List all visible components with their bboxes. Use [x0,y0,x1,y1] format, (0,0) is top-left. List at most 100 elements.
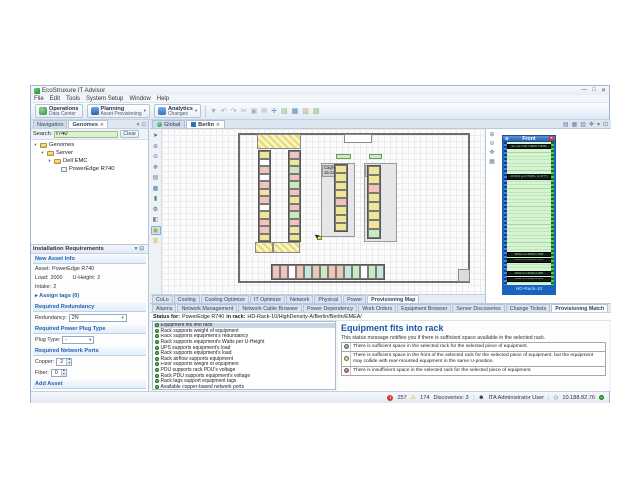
bottom-tab-alarms[interactable]: Alarms [152,304,176,312]
bottom-tab-server-discoveries[interactable]: Server Discoveries [452,304,504,312]
tree-node-dell-emc[interactable]: ▾Dell EMC [31,157,148,165]
rack-restore-icon[interactable]: ⊡ [603,121,608,128]
floor-rack[interactable] [288,265,296,279]
link-icon[interactable]: ✉ [261,107,267,115]
menu-help[interactable]: Help [157,96,169,102]
error-badge-icon[interactable]: ! [387,395,393,401]
select-tool-icon[interactable]: ➤ [151,131,161,140]
layers-icon[interactable]: ▦ [292,107,299,115]
rack-fit-icon[interactable]: ✥ [489,149,494,156]
floor-rack[interactable] [289,226,300,234]
assign-tags-link[interactable]: ▸ Assign tags (0) [33,291,146,301]
floor-rack[interactable] [289,211,300,219]
cooling-unit[interactable] [369,154,382,159]
paste-icon[interactable]: ▣ [251,107,258,115]
view-tab-network[interactable]: Network [286,295,313,303]
minimize-pane-icon[interactable]: ▾ [137,122,140,128]
floor-rack[interactable] [368,175,380,184]
floor-rack[interactable] [376,265,384,279]
floor-rack[interactable] [259,189,270,197]
bottom-tab-power-dependency[interactable]: Power Dependency [303,304,357,312]
floor-rack[interactable] [296,265,304,279]
floor-rack[interactable] [368,202,380,211]
floor-rack[interactable] [368,211,380,220]
rack-print-icon[interactable]: ▤ [563,121,569,128]
expand-caret-icon[interactable]: ▾ [47,158,52,164]
rack-minimize-icon[interactable]: ▾ [597,121,600,128]
provisioning-tool-icon[interactable]: ▣ [151,226,161,235]
zoom-in-icon[interactable]: ⊕ [151,142,161,151]
tab-genomes[interactable]: Genomes✕ [68,120,107,128]
view-tab-physical[interactable]: Physical [314,295,342,303]
tree-node-genomes[interactable]: ▾Genomes [31,141,148,149]
floor-rack[interactable] [335,206,347,214]
discoveries-label[interactable]: Discoveries: 3 [434,395,469,401]
floor-rack[interactable] [280,265,288,279]
view-tab-cooling[interactable]: Cooling [174,295,200,303]
floor-rack[interactable] [320,265,328,279]
floor-rack[interactable] [289,219,300,227]
menu-file[interactable]: File [34,96,44,102]
floor-rack[interactable] [259,196,270,204]
expand-caret-icon[interactable]: ▾ [33,142,38,148]
rack-unit-dcsv-10-s4802-fwd[interactable]: dcsv-10-s4802-fwd [507,258,551,263]
floor-rack[interactable] [335,190,347,198]
menu-window[interactable]: Window [129,96,150,102]
print-icon[interactable]: ▤ [151,173,161,182]
bottom-tab-network-management[interactable]: Network Management [177,304,237,312]
undo-icon[interactable]: ↶ [221,107,227,115]
floor-rack[interactable] [259,166,270,174]
floor-rack[interactable] [259,234,270,242]
menu-system-setup[interactable]: System Setup [86,96,123,102]
redundancy-select[interactable]: 2N▾ [69,314,127,322]
tab-global[interactable]: Global [152,120,185,128]
floor-rack[interactable] [259,211,270,219]
menu-tools[interactable]: Tools [66,96,80,102]
floor-rack[interactable] [335,198,347,206]
fiber-stepper[interactable]: 0▲▼ [51,369,67,377]
close-icon[interactable]: ✕ [216,122,220,128]
maximize-pane-icon[interactable]: ⊡ [141,122,146,128]
floor-rack[interactable] [360,265,368,279]
stepper-down-icon[interactable]: ▼ [68,362,71,365]
floor-rack[interactable] [259,151,270,159]
floor-rack[interactable] [368,166,380,175]
view-tab-power[interactable]: Power [343,295,366,303]
floor-rack[interactable] [272,265,280,279]
tab-navigation[interactable]: Navigation [33,120,67,128]
floor-rack[interactable] [289,174,300,182]
bottom-tab-change-tickets[interactable]: Change Tickets [506,304,551,312]
rack-body[interactable]: HD-Rack-10 42 24-Port Patch PanelJE504 (… [502,142,556,295]
maximize-button[interactable]: □ [592,87,596,94]
rack-row[interactable] [288,150,301,242]
expand-caret-icon[interactable]: ▾ [40,150,45,156]
floor-rack[interactable] [304,265,312,279]
save-icon[interactable]: ▼ [210,108,217,115]
rack-elevation[interactable]: ⊕ Front ✕ HD-Rack-10 42 24-Port Patch Pa… [502,135,556,295]
wrench-icon[interactable]: ✛ [271,107,277,115]
close-icon[interactable]: ✕ [100,122,104,128]
report-icon[interactable]: ▧ [313,107,320,115]
rack-row[interactable] [367,165,381,239]
bottom-tab-work-orders[interactable]: Work Orders [358,304,396,312]
bottom-tab-network-cable-browser[interactable]: Network Cable Browser [238,304,302,312]
search-input[interactable] [54,131,118,138]
floor-rack[interactable] [368,265,376,279]
floor-rack[interactable] [289,166,300,174]
chevron-down-icon[interactable]: ▾ [144,108,146,114]
copper-stepper[interactable]: 2▲▼ [56,358,72,366]
floor-rack[interactable] [259,181,270,189]
floor-rack[interactable] [289,196,300,204]
rack-export-icon[interactable]: ▥ [580,121,586,128]
perspective-planning[interactable]: Planning Asset Provisioning ▾ [87,104,150,118]
cut-icon[interactable]: ✂ [241,107,247,115]
check-item-available-copper-based-network-ports[interactable]: Available copper-based network ports [154,384,335,390]
rack-unit-dcsv-10-s4804-fwd[interactable]: dcsv-10-s4804-fwd [507,277,551,282]
rack-layers-icon[interactable]: ▦ [489,158,495,165]
view-tab-cooling-optimize[interactable]: Cooling Optimize [201,295,249,303]
close-icon[interactable]: ✕ [549,136,554,141]
floorplan[interactable]: Cage 15-22Cage 13➤ [162,129,484,294]
rack-unit-dcsv-10-s4803-fwd[interactable]: dcsv-10-s4803-fwd [507,271,551,276]
fit-view-icon[interactable]: ✥ [151,163,161,172]
plug-type-select[interactable]: -▾ [62,336,94,344]
